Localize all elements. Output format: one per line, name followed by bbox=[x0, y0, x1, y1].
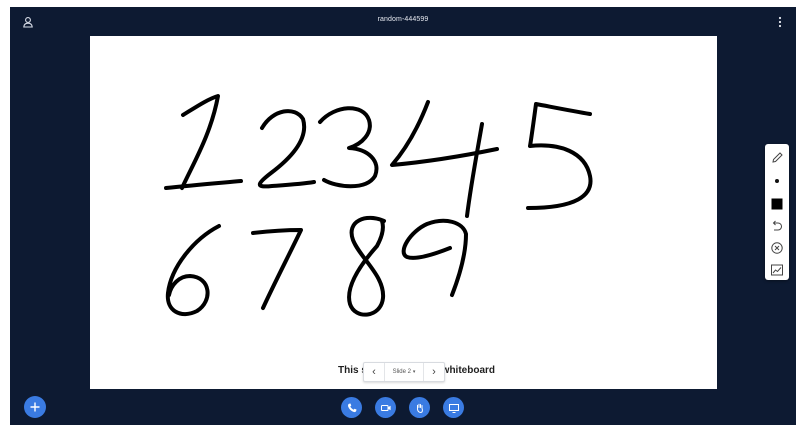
caret-down-icon: ▾ bbox=[412, 369, 416, 375]
slide-selector-label: Slide 2 bbox=[392, 369, 411, 375]
slide-navigation: ‹ Slide 2 ▾ › bbox=[363, 362, 445, 382]
add-icon bbox=[30, 402, 40, 412]
conference-app: random-444599 This s r whiteboard ‹ Slid… bbox=[10, 7, 796, 425]
previous-slide-button[interactable]: ‹ bbox=[364, 363, 384, 381]
pencil-icon[interactable] bbox=[767, 148, 787, 168]
undo-icon[interactable] bbox=[767, 216, 787, 236]
bottom-bar bbox=[10, 390, 796, 425]
screen-share-icon bbox=[448, 403, 459, 413]
whiteboard-drawing bbox=[164, 94, 593, 317]
raise-hand-icon bbox=[416, 403, 423, 413]
slide-selector[interactable]: Slide 2 ▾ bbox=[384, 363, 424, 381]
clear-icon[interactable] bbox=[767, 238, 787, 258]
top-bar: random-444599 bbox=[10, 7, 796, 35]
thickness-dot-icon[interactable] bbox=[767, 171, 787, 191]
video-button[interactable] bbox=[375, 397, 396, 418]
chevron-right-icon: › bbox=[432, 366, 436, 378]
screen-share-button[interactable] bbox=[443, 397, 464, 418]
phone-icon bbox=[347, 403, 356, 412]
whiteboard-toolbar bbox=[765, 144, 789, 280]
raise-hand-button[interactable] bbox=[409, 397, 430, 418]
audio-button[interactable] bbox=[341, 397, 362, 418]
multi-user-icon[interactable] bbox=[767, 260, 787, 280]
presentation-slide[interactable]: This s r whiteboard ‹ Slide 2 ▾ › bbox=[90, 36, 717, 389]
add-button[interactable] bbox=[24, 396, 46, 418]
color-swatch-icon[interactable] bbox=[767, 194, 787, 214]
next-slide-button[interactable]: › bbox=[424, 363, 444, 381]
video-camera-icon bbox=[380, 404, 391, 411]
more-vertical-icon[interactable] bbox=[778, 15, 782, 28]
session-title: random-444599 bbox=[377, 16, 429, 23]
chevron-left-icon: ‹ bbox=[372, 366, 376, 378]
